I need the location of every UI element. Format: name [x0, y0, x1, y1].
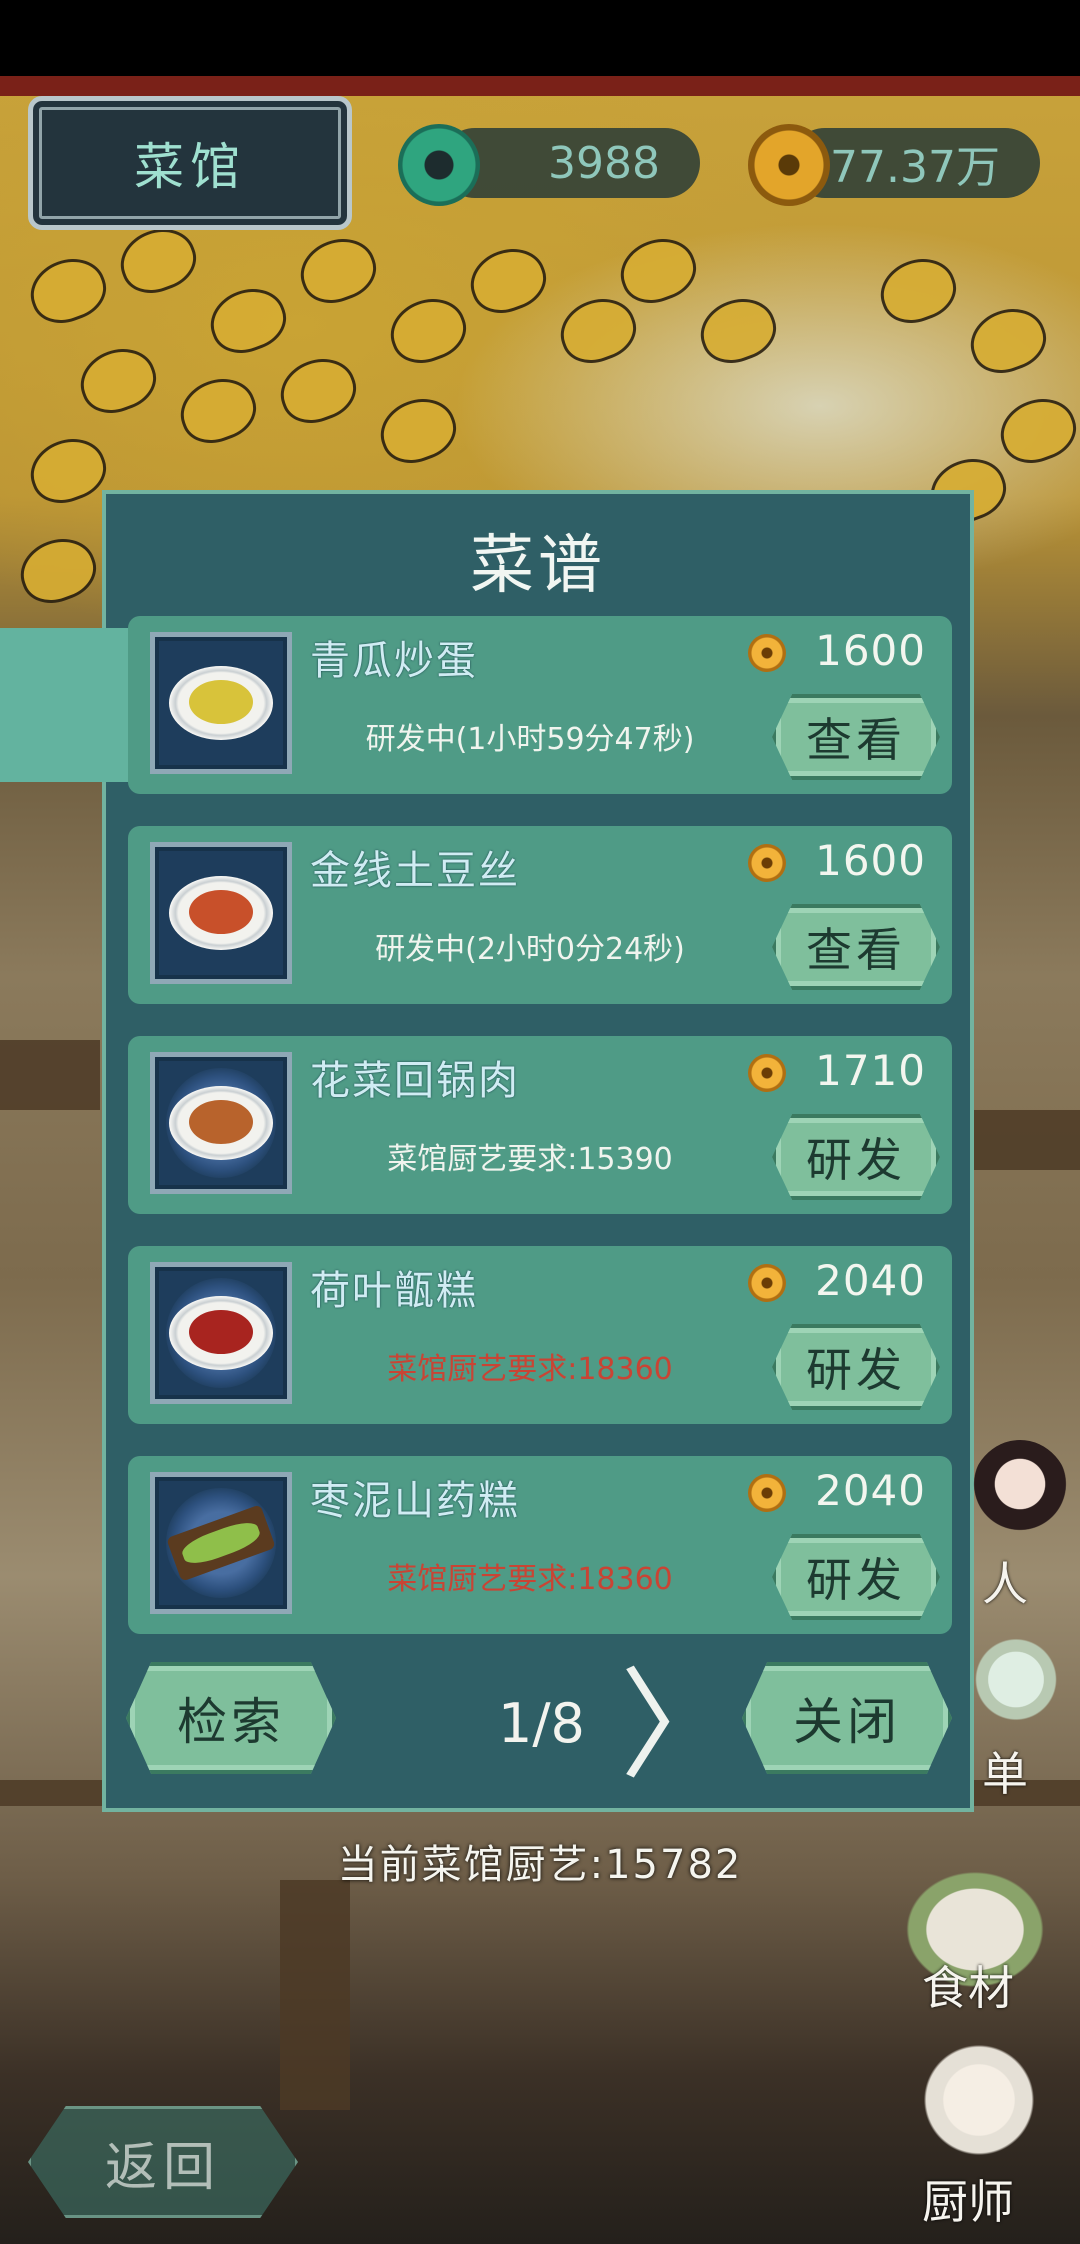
- dish-thumbnail: [150, 842, 292, 984]
- coin-icon: [748, 634, 786, 672]
- person-avatar-icon[interactable]: [970, 1440, 1070, 1550]
- selected-tab-indicator: [0, 628, 130, 782]
- view-button[interactable]: 查看: [772, 694, 940, 780]
- recipe-price: 2040: [815, 1256, 926, 1305]
- ingredients-label[interactable]: 食材: [922, 1952, 1014, 2018]
- wood-beam-decoration: [0, 1040, 100, 1110]
- page-indicator: 1/8: [498, 1692, 585, 1755]
- develop-button[interactable]: 研发: [772, 1534, 940, 1620]
- menu-label[interactable]: 单: [982, 1738, 1028, 1804]
- chef-label[interactable]: 厨师: [922, 2166, 1014, 2232]
- dish-food-icon: [189, 890, 253, 934]
- jade-icon: [398, 124, 480, 206]
- recipe-card[interactable]: 金线土豆丝 1600 研发中(2小时0分24秒) 查看: [128, 826, 952, 1004]
- search-button[interactable]: 检索: [126, 1662, 336, 1774]
- next-page-arrow-icon[interactable]: 〉: [620, 1662, 740, 1792]
- dish-food-icon: [189, 1100, 253, 1144]
- recipe-name: 枣泥山药糕: [310, 1478, 520, 1524]
- coin-icon: [748, 1474, 786, 1512]
- develop-button[interactable]: 研发: [772, 1324, 940, 1410]
- person-menu-label[interactable]: 人: [982, 1548, 1028, 1614]
- recipe-requirement: 菜馆厨艺要求:15390: [387, 1142, 673, 1177]
- dish-plate-icon: [169, 666, 273, 740]
- dish-thumbnail: [150, 632, 292, 774]
- coin-icon: [748, 844, 786, 882]
- recipe-price: 2040: [815, 1466, 926, 1515]
- recipe-name: 荷叶甑糕: [310, 1268, 478, 1314]
- page-title: 菜馆: [134, 138, 246, 196]
- menu-dishes-icon[interactable]: [966, 1630, 1066, 1740]
- recipe-requirement: 菜馆厨艺要求:18360: [387, 1352, 673, 1387]
- coin-icon: [748, 1054, 786, 1092]
- recipe-name: 青瓜炒蛋: [310, 638, 478, 684]
- recipe-name: 金线土豆丝: [310, 848, 520, 894]
- dish-plate-icon: [169, 1086, 273, 1160]
- dish-plate-icon: [169, 1296, 273, 1370]
- page-title-frame: 菜馆: [28, 96, 352, 230]
- recipe-price: 1600: [815, 836, 926, 885]
- close-button[interactable]: 关闭: [742, 1662, 952, 1774]
- recipe-status: 研发中(1小时59分47秒): [365, 722, 695, 757]
- recipe-card[interactable]: 荷叶甑糕 2040 菜馆厨艺要求:18360 研发: [128, 1246, 952, 1424]
- dish-food-icon: [189, 680, 253, 724]
- coin-icon: [748, 1264, 786, 1302]
- view-button[interactable]: 查看: [772, 904, 940, 990]
- recipe-status: 研发中(2小时0分24秒): [375, 932, 685, 967]
- back-button-label: 返回: [104, 2137, 221, 2198]
- dialog-title: 菜谱: [470, 529, 606, 603]
- wood-beam-decoration: [970, 1110, 1080, 1170]
- develop-button[interactable]: 研发: [772, 1114, 940, 1200]
- recipe-price: 1600: [815, 626, 926, 675]
- back-button[interactable]: 返回: [28, 2106, 298, 2218]
- dish-thumbnail: [150, 1472, 292, 1614]
- recipe-card[interactable]: 枣泥山药糕 2040 菜馆厨艺要求:18360 研发: [128, 1456, 952, 1634]
- recipe-name: 花菜回锅肉: [310, 1058, 520, 1104]
- wood-beam-decoration: [280, 1880, 350, 2110]
- dish-thumbnail: [150, 1262, 292, 1404]
- jade-amount: 3988: [548, 137, 660, 189]
- dish-food-icon: [189, 1310, 253, 1354]
- recipe-requirement: 菜馆厨艺要求:18360: [387, 1562, 673, 1597]
- recipe-price: 1710: [815, 1046, 926, 1095]
- dish-thumbnail: [150, 1052, 292, 1194]
- coin-amount: 77.37万: [830, 142, 1000, 193]
- coin-icon: [748, 124, 830, 206]
- recipe-card[interactable]: 青瓜炒蛋 1600 研发中(1小时59分47秒) 查看: [128, 616, 952, 794]
- dish-plate-icon: [169, 876, 273, 950]
- top-border: [0, 76, 1080, 96]
- recipe-card[interactable]: 花菜回锅肉 1710 菜馆厨艺要求:15390 研发: [128, 1036, 952, 1214]
